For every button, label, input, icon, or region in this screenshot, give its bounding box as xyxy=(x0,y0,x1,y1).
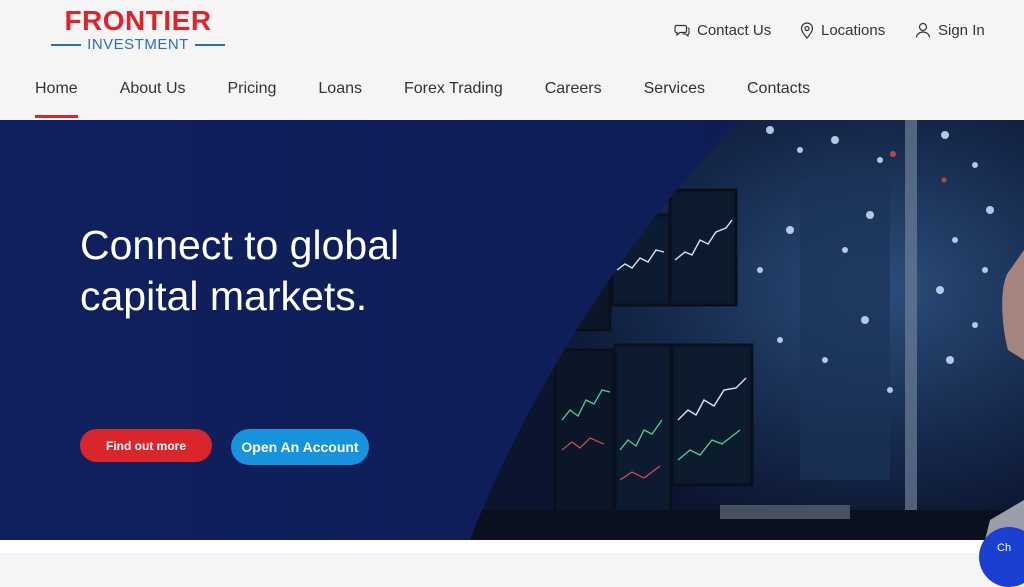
sign-in-label: Sign In xyxy=(938,21,985,39)
logo-rule-right xyxy=(194,44,225,46)
contact-us-label: Contact Us xyxy=(697,21,772,39)
section-divider xyxy=(0,540,1024,553)
sign-in-link[interactable]: Sign In xyxy=(915,19,985,41)
hero-headline-line1: Connect to global xyxy=(80,222,400,268)
hero-headline: Connect to global capital markets. xyxy=(80,220,500,322)
logo-subline: INVESTMENT xyxy=(47,36,229,54)
find-out-more-button[interactable]: Find out more xyxy=(80,429,212,462)
hero-banner: Connect to global capital markets. Find … xyxy=(0,120,1024,540)
nav-item-forex-trading[interactable]: Forex Trading xyxy=(404,78,503,120)
hero-trading-photo xyxy=(0,120,1024,540)
logo-subtitle: INVESTMENT xyxy=(87,36,189,53)
locations-link[interactable]: Locations xyxy=(800,19,885,41)
logo-wordmark: FRONTIER xyxy=(64,5,212,36)
open-account-button[interactable]: Open An Account xyxy=(231,429,369,465)
user-icon xyxy=(915,22,931,38)
site-header: FRONTIER INVESTMENT Contact Us Locations… xyxy=(0,0,1024,120)
nav-item-loans[interactable]: Loans xyxy=(318,78,362,120)
chat-bubble-icon xyxy=(674,24,690,38)
nav-item-home[interactable]: Home xyxy=(35,78,78,120)
hero-headline-line2: capital markets. xyxy=(80,273,368,319)
nav-item-careers[interactable]: Careers xyxy=(545,78,602,120)
chat-widget-button[interactable]: Ch xyxy=(979,527,1024,587)
map-pin-icon xyxy=(800,21,814,39)
nav-item-about-us[interactable]: About Us xyxy=(120,78,186,120)
locations-label: Locations xyxy=(821,21,886,39)
nav-item-contacts[interactable]: Contacts xyxy=(747,78,810,120)
logo-rule-left xyxy=(51,44,82,46)
nav-item-services[interactable]: Services xyxy=(644,78,705,120)
main-navigation: Home About Us Pricing Loans Forex Tradin… xyxy=(35,78,852,120)
nav-item-pricing[interactable]: Pricing xyxy=(228,78,277,120)
chat-widget-label: Ch xyxy=(997,542,1012,554)
frontier-logo[interactable]: FRONTIER INVESTMENT xyxy=(47,7,229,55)
contact-us-link[interactable]: Contact Us xyxy=(674,19,771,41)
